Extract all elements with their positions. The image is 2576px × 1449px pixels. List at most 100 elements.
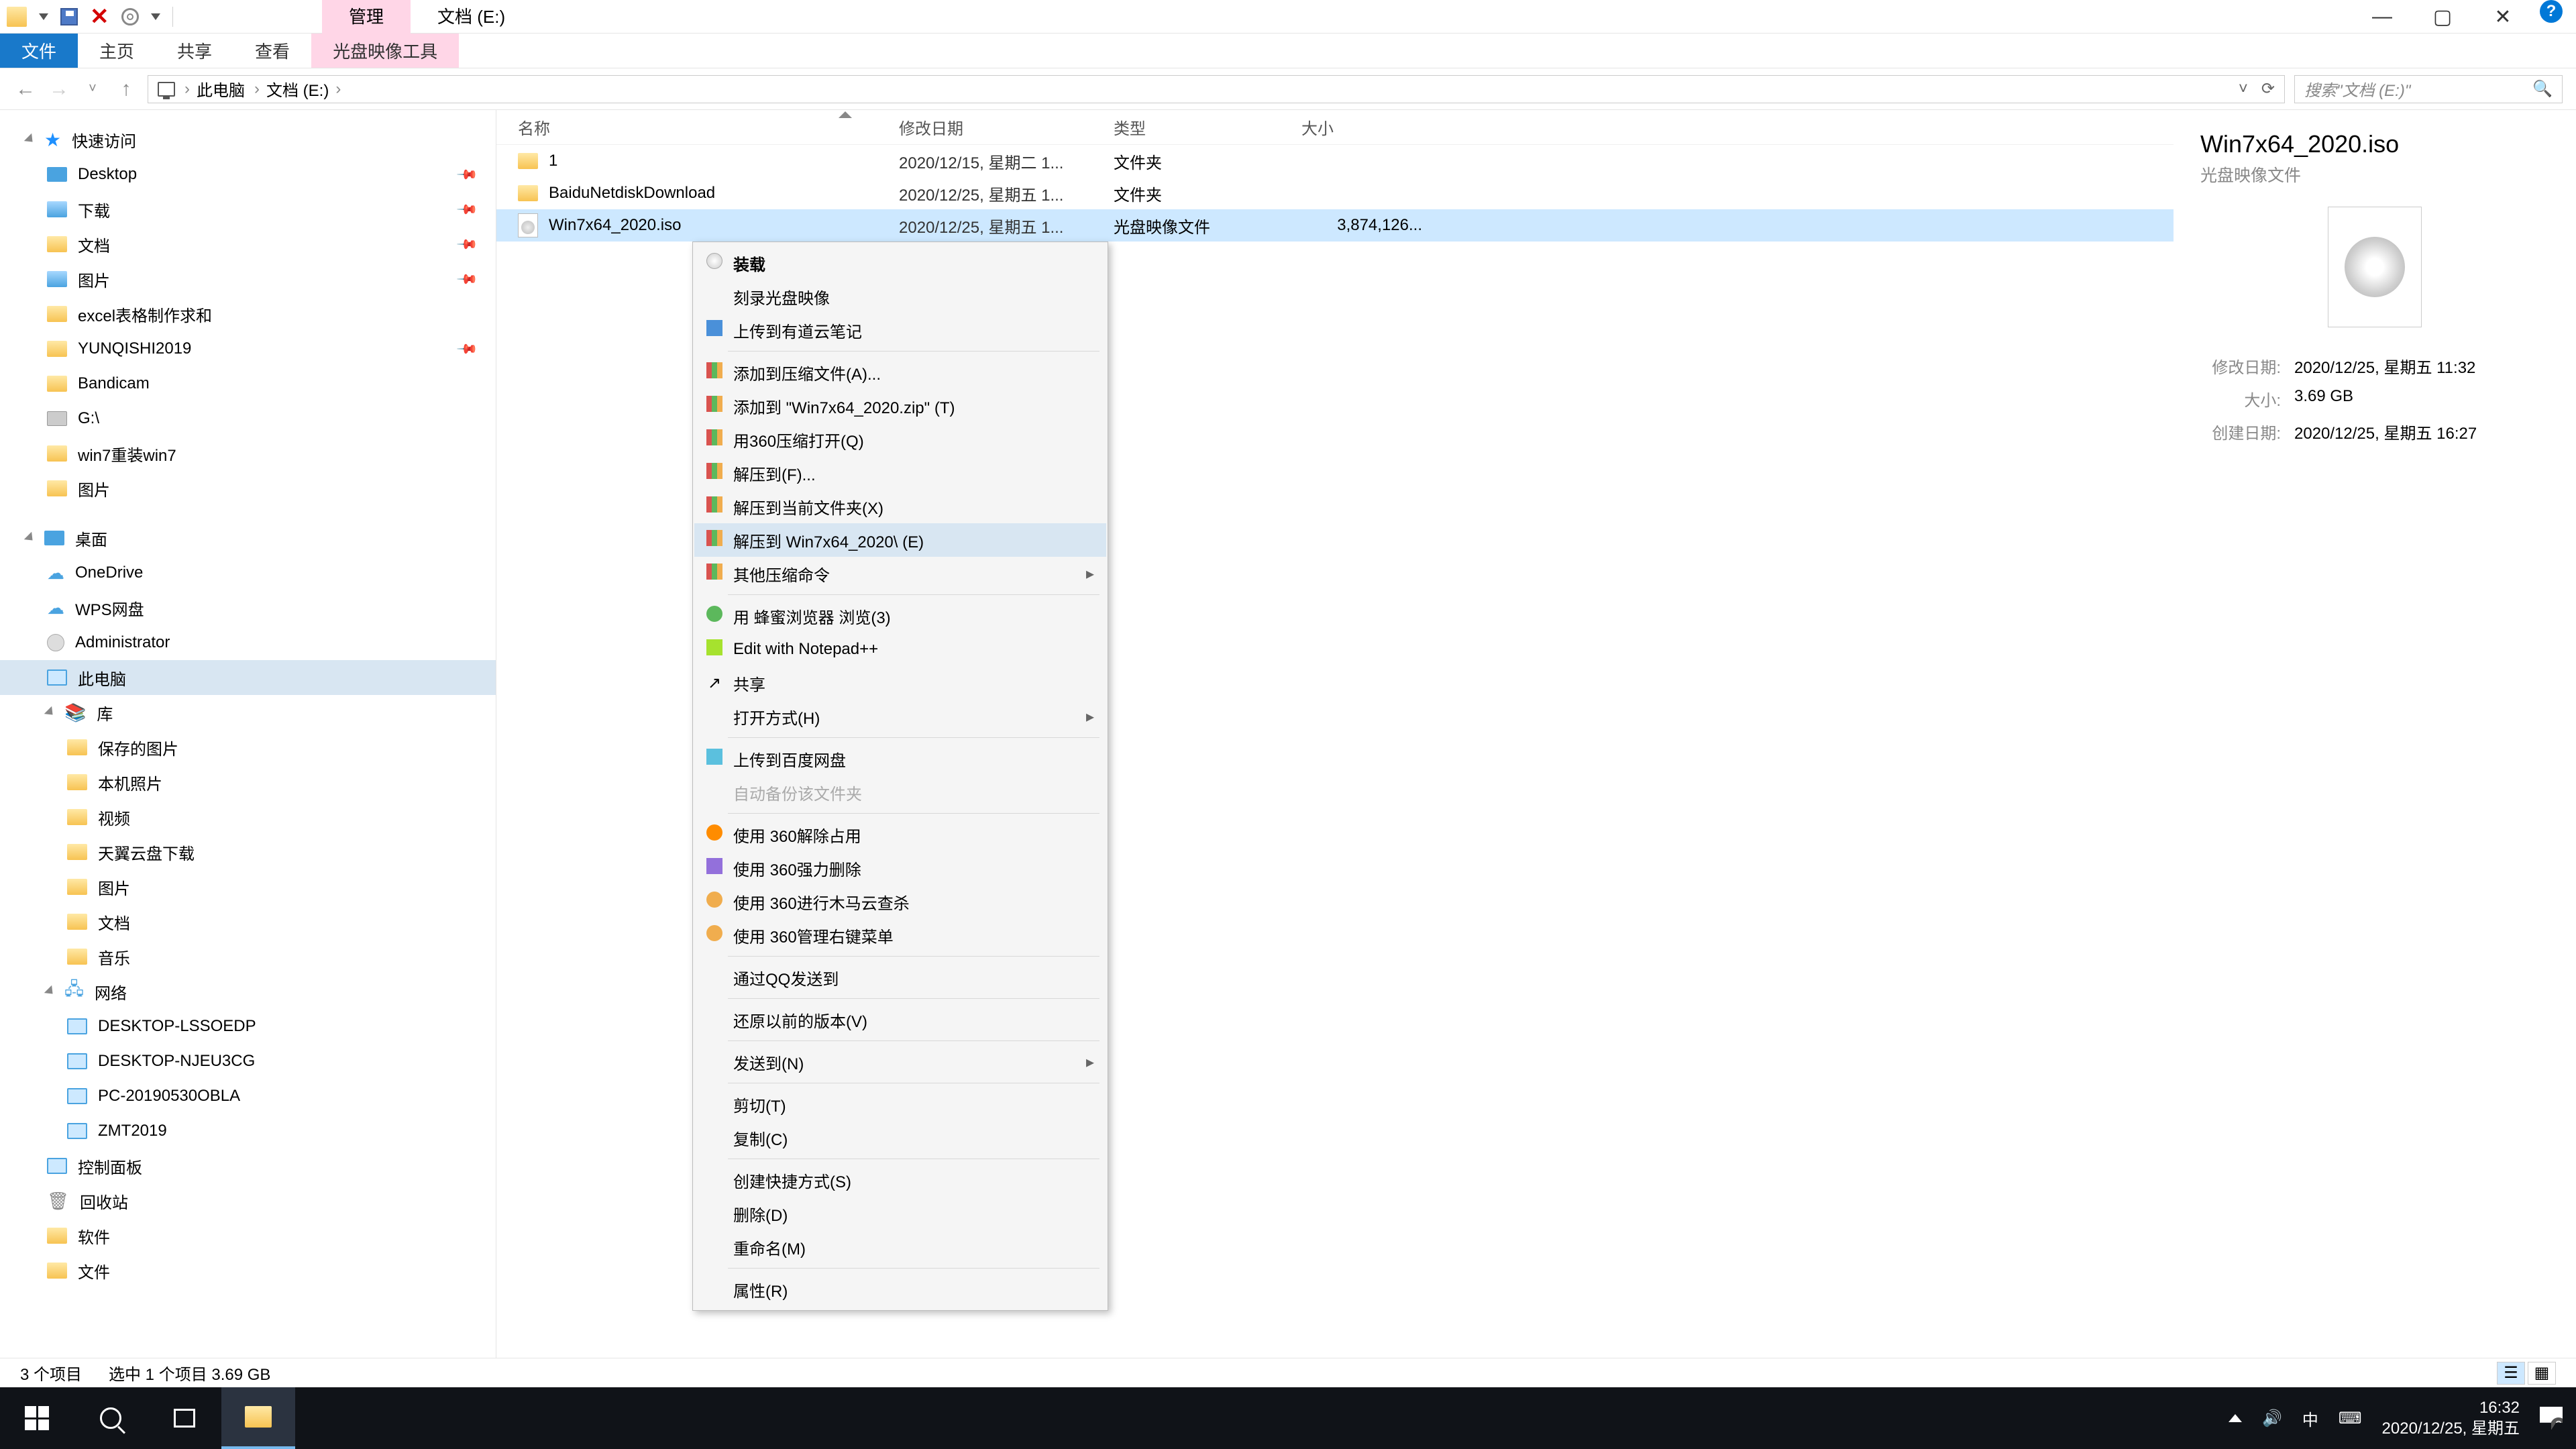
qat-dropdown-icon[interactable] — [39, 13, 48, 20]
tree-lib-documents[interactable]: 文档 — [0, 904, 496, 939]
caret-icon[interactable] — [24, 532, 36, 544]
file-row-selected[interactable]: Win7x64_2020.iso 2020/12/25, 星期五 1... 光盘… — [496, 209, 2174, 241]
caret-icon[interactable] — [44, 706, 56, 718]
minimize-button[interactable]: — — [2352, 0, 2412, 34]
ctx-rename[interactable]: 重命名(M) — [694, 1230, 1106, 1264]
tree-control-panel[interactable]: 控制面板 — [0, 1148, 496, 1183]
tree-camera-roll[interactable]: 本机照片 — [0, 765, 496, 800]
tree-yunqishi[interactable]: YUNQISHI2019📌 — [0, 331, 496, 366]
ctx-360-manage[interactable]: 使用 360管理右键菜单 — [694, 918, 1106, 952]
address-box[interactable]: ›此电脑 ›文档 (E:) › ˅ ⟳ — [148, 75, 2285, 103]
tree-tianyi[interactable]: 天翼云盘下载 — [0, 835, 496, 869]
tray-overflow-icon[interactable] — [2229, 1414, 2242, 1422]
close-button[interactable]: ✕ — [2473, 0, 2533, 34]
tree-net4[interactable]: ZMT2019 — [0, 1114, 496, 1148]
tree-software[interactable]: 软件 — [0, 1218, 496, 1253]
ctx-upload-baidu[interactable]: 上传到百度网盘 — [694, 742, 1106, 775]
ctx-shortcut[interactable]: 创建快捷方式(S) — [694, 1163, 1106, 1197]
close-red-icon[interactable]: ✕ — [90, 3, 109, 30]
tree-saved-pics[interactable]: 保存的图片 — [0, 730, 496, 765]
ctx-notepadpp[interactable]: Edit with Notepad++ — [694, 633, 1106, 666]
file-row[interactable]: BaiduNetdiskDownload 2020/12/25, 星期五 1..… — [496, 177, 2174, 209]
tree-lib-pictures[interactable]: 图片 — [0, 869, 496, 904]
ribbon-tab-view[interactable]: 查看 — [233, 34, 311, 68]
ctx-delete[interactable]: 删除(D) — [694, 1197, 1106, 1230]
ctx-extract-here[interactable]: 解压到当前文件夹(X) — [694, 490, 1106, 523]
save-icon[interactable] — [60, 8, 78, 25]
ctx-open-with[interactable]: 打开方式(H)▸ — [694, 700, 1106, 733]
tree-onedrive[interactable]: ☁OneDrive — [0, 555, 496, 590]
tree-wps[interactable]: ☁WPS网盘 — [0, 590, 496, 625]
col-date[interactable]: 修改日期 — [899, 115, 1114, 139]
tree-this-pc[interactable]: 此电脑 — [0, 660, 496, 695]
tree-videos[interactable]: 视频 — [0, 800, 496, 835]
tree-documents[interactable]: 文档📌 — [0, 227, 496, 262]
ribbon-tab-disc-tools[interactable]: 光盘映像工具 — [311, 34, 459, 68]
ctx-upload-youdao[interactable]: 上传到有道云笔记 — [694, 313, 1106, 347]
ctx-copy[interactable]: 复制(C) — [694, 1121, 1106, 1155]
file-row[interactable]: 1 2020/12/15, 星期二 1... 文件夹 — [496, 145, 2174, 177]
nav-back-icon[interactable]: ← — [13, 78, 38, 101]
tree-files[interactable]: 文件 — [0, 1253, 496, 1288]
ime-indicator[interactable]: 中 — [2302, 1407, 2318, 1430]
ctx-360-unlock[interactable]: 使用 360解除占用 — [694, 818, 1106, 851]
task-view-button[interactable] — [148, 1387, 221, 1449]
tree-net2[interactable]: DESKTOP-NJEU3CG — [0, 1044, 496, 1079]
volume-icon[interactable]: 🔊 — [2262, 1409, 2282, 1428]
refresh-icon[interactable]: ⟳ — [2261, 79, 2275, 99]
tree-desktop-section[interactable]: 桌面 — [0, 521, 496, 555]
tree-desktop[interactable]: Desktop📌 — [0, 157, 496, 192]
help-icon[interactable]: ? — [2540, 0, 2563, 23]
tree-libraries[interactable]: 📚库 — [0, 695, 496, 730]
keyboard-icon[interactable]: ⌨ — [2339, 1409, 2362, 1428]
maximize-button[interactable]: ▢ — [2412, 0, 2473, 34]
ctx-send-qq[interactable]: 通过QQ发送到 — [694, 961, 1106, 994]
tree-quick-access[interactable]: ★快速访问 — [0, 122, 496, 157]
tree-bandicam[interactable]: Bandicam — [0, 366, 496, 401]
search-icon[interactable]: 🔍 — [2532, 79, 2553, 99]
tree-lib-music[interactable]: 音乐 — [0, 939, 496, 974]
search-box[interactable]: 搜索"文档 (E:)" 🔍 — [2294, 75, 2563, 103]
ctx-send-to[interactable]: 发送到(N)▸ — [694, 1045, 1106, 1079]
taskbar-explorer-button[interactable] — [221, 1387, 295, 1449]
ctx-bee-browser[interactable]: 用 蜂蜜浏览器 浏览(3) — [694, 599, 1106, 633]
addr-dropdown-icon[interactable]: ˅ — [2239, 80, 2248, 99]
tree-network[interactable]: 🖧网络 — [0, 974, 496, 1009]
tree-admin[interactable]: Administrator — [0, 625, 496, 660]
ribbon-tab-home[interactable]: 主页 — [78, 34, 156, 68]
ctx-mount[interactable]: 装载 — [694, 246, 1106, 280]
nav-forward-icon[interactable]: → — [47, 78, 71, 101]
caret-icon[interactable] — [44, 985, 56, 998]
crumb-this-pc[interactable]: 此电脑 — [197, 77, 245, 101]
tree-win7reinstall[interactable]: win7重装win7 — [0, 436, 496, 471]
nav-recent-icon[interactable]: ˅ — [80, 81, 105, 97]
ctx-open-360zip[interactable]: 用360压缩打开(Q) — [694, 423, 1106, 456]
ctx-share[interactable]: ↗共享 — [694, 666, 1106, 700]
tree-pictures2[interactable]: 图片 — [0, 471, 496, 506]
ctx-extract-named[interactable]: 解压到 Win7x64_2020\ (E) — [694, 523, 1106, 557]
view-large-icons-button[interactable]: ▦ — [2528, 1362, 2556, 1385]
ribbon-tab-file[interactable]: 文件 — [0, 34, 78, 68]
ctx-360-trojan[interactable]: 使用 360进行木马云查杀 — [694, 885, 1106, 918]
tree-downloads[interactable]: 下载📌 — [0, 192, 496, 227]
ctx-cut[interactable]: 剪切(T) — [694, 1087, 1106, 1121]
tree-net3[interactable]: PC-20190530OBLA — [0, 1079, 496, 1114]
action-center-icon[interactable]: 3 — [2540, 1407, 2563, 1430]
ctx-extract-to[interactable]: 解压到(F)... — [694, 456, 1106, 490]
col-type[interactable]: 类型 — [1114, 115, 1301, 139]
ctx-burn[interactable]: 刻录光盘映像 — [694, 280, 1106, 313]
ctx-add-zip[interactable]: 添加到 "Win7x64_2020.zip" (T) — [694, 389, 1106, 423]
tree-net1[interactable]: DESKTOP-LSSOEDP — [0, 1009, 496, 1044]
caret-icon[interactable] — [24, 133, 36, 146]
tree-excel[interactable]: excel表格制作求和 — [0, 297, 496, 331]
taskbar-clock[interactable]: 16:32 2020/12/25, 星期五 — [2382, 1397, 2520, 1439]
ctx-add-archive[interactable]: 添加到压缩文件(A)... — [694, 356, 1106, 389]
view-details-button[interactable]: ☰ — [2497, 1362, 2525, 1385]
tree-recycle[interactable]: 🗑回收站 — [0, 1183, 496, 1218]
settings-icon[interactable] — [121, 8, 139, 25]
col-name[interactable]: 名称 — [496, 115, 899, 139]
taskbar-search-button[interactable] — [74, 1387, 148, 1449]
ctx-properties[interactable]: 属性(R) — [694, 1273, 1106, 1306]
start-button[interactable] — [0, 1387, 74, 1449]
ribbon-tab-share[interactable]: 共享 — [156, 34, 233, 68]
